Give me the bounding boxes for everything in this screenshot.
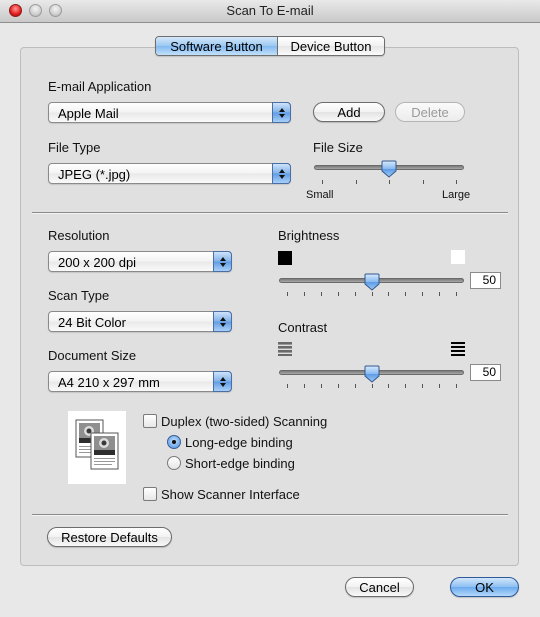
brightness-value-field[interactable]: 50 xyxy=(470,272,501,289)
scan-type-select[interactable]: 24 Bit Color xyxy=(48,311,232,332)
popup-arrows-icon xyxy=(272,163,291,184)
brightness-label: Brightness xyxy=(278,228,340,243)
light-square-icon xyxy=(451,250,465,264)
tab-device-button[interactable]: Device Button xyxy=(278,37,384,55)
slider-tick xyxy=(337,292,339,296)
popup-arrows-icon xyxy=(213,311,232,332)
high-contrast-stripes-icon xyxy=(451,342,465,356)
resolution-value: 200 x 200 dpi xyxy=(58,255,137,270)
show-scanner-interface-checkbox[interactable] xyxy=(143,487,157,501)
slider-tick xyxy=(405,292,407,296)
brightness-slider-thumb[interactable] xyxy=(364,273,380,291)
long-edge-binding-label[interactable]: Long-edge binding xyxy=(185,435,293,450)
slider-tick xyxy=(405,384,407,388)
slider-tick xyxy=(422,180,424,184)
slider-tick xyxy=(422,292,424,296)
window-title: Scan To E-mail xyxy=(226,3,314,18)
slider-tick xyxy=(320,384,322,388)
duplex-checkbox[interactable] xyxy=(143,414,157,428)
scan-type-label: Scan Type xyxy=(48,288,110,303)
file-size-label: File Size xyxy=(313,140,363,155)
resolution-select[interactable]: 200 x 200 dpi xyxy=(48,251,232,272)
slider-tick xyxy=(322,180,323,184)
document-size-value: A4 210 x 297 mm xyxy=(58,375,160,390)
file-type-select[interactable]: JPEG (*.jpg) xyxy=(48,163,291,184)
slider-tick xyxy=(389,180,390,184)
popup-arrows-icon xyxy=(213,371,232,392)
separator xyxy=(32,514,508,516)
short-edge-binding-radio[interactable] xyxy=(167,456,181,470)
slider-tick xyxy=(439,384,441,388)
file-size-max-label: Large xyxy=(442,189,471,201)
slider-tick xyxy=(287,384,288,388)
cancel-button[interactable]: Cancel xyxy=(345,577,414,597)
duplex-pages-icon xyxy=(68,411,126,484)
slider-tick xyxy=(388,292,390,296)
slider-tick xyxy=(371,292,373,296)
file-size-slider-thumb[interactable] xyxy=(381,160,397,178)
short-edge-binding-label[interactable]: Short-edge binding xyxy=(185,456,295,471)
slider-tick xyxy=(287,292,288,296)
contrast-label: Contrast xyxy=(278,320,328,335)
delete-button[interactable]: Delete xyxy=(395,102,465,122)
tab-bar: Software Button Device Button xyxy=(155,36,385,56)
slider-tick xyxy=(388,384,390,388)
email-application-select[interactable]: Apple Mail xyxy=(48,102,291,123)
email-application-label: E-mail Application xyxy=(48,79,152,94)
slider-tick xyxy=(337,384,339,388)
resolution-label: Resolution xyxy=(48,228,110,243)
slider-tick xyxy=(320,292,322,296)
file-type-value: JPEG (*.jpg) xyxy=(58,167,131,182)
duplex-label[interactable]: Duplex (two-sided) Scanning xyxy=(161,414,327,429)
slider-tick xyxy=(456,384,457,388)
restore-defaults-button[interactable]: Restore Defaults xyxy=(47,527,172,547)
add-button[interactable]: Add xyxy=(313,102,385,122)
slider-tick xyxy=(303,384,305,388)
document-size-label: Document Size xyxy=(48,348,137,363)
file-type-label: File Type xyxy=(48,140,101,155)
slider-tick xyxy=(422,384,424,388)
show-scanner-interface-label[interactable]: Show Scanner Interface xyxy=(161,487,300,502)
slider-tick xyxy=(355,180,357,184)
slider-tick xyxy=(371,384,373,388)
slider-tick xyxy=(439,292,441,296)
file-size-min-label: Small xyxy=(306,189,334,201)
popup-arrows-icon xyxy=(213,251,232,272)
contrast-value-field[interactable]: 50 xyxy=(470,364,501,381)
dark-square-icon xyxy=(278,251,292,265)
title-bar: Scan To E-mail xyxy=(0,0,540,23)
contrast-slider-thumb[interactable] xyxy=(364,365,380,383)
slider-tick xyxy=(303,292,305,296)
slider-tick xyxy=(456,180,457,184)
slider-tick xyxy=(354,384,356,388)
slider-tick xyxy=(456,292,457,296)
ok-button[interactable]: OK xyxy=(450,577,519,597)
tab-software-button[interactable]: Software Button xyxy=(156,37,278,55)
separator xyxy=(32,212,508,214)
popup-arrows-icon xyxy=(272,102,291,123)
long-edge-binding-radio[interactable] xyxy=(167,435,181,449)
slider-tick xyxy=(354,292,356,296)
scan-type-value: 24 Bit Color xyxy=(58,315,126,330)
low-contrast-stripes-icon xyxy=(278,342,292,356)
email-application-value: Apple Mail xyxy=(58,106,119,121)
document-size-select[interactable]: A4 210 x 297 mm xyxy=(48,371,232,392)
